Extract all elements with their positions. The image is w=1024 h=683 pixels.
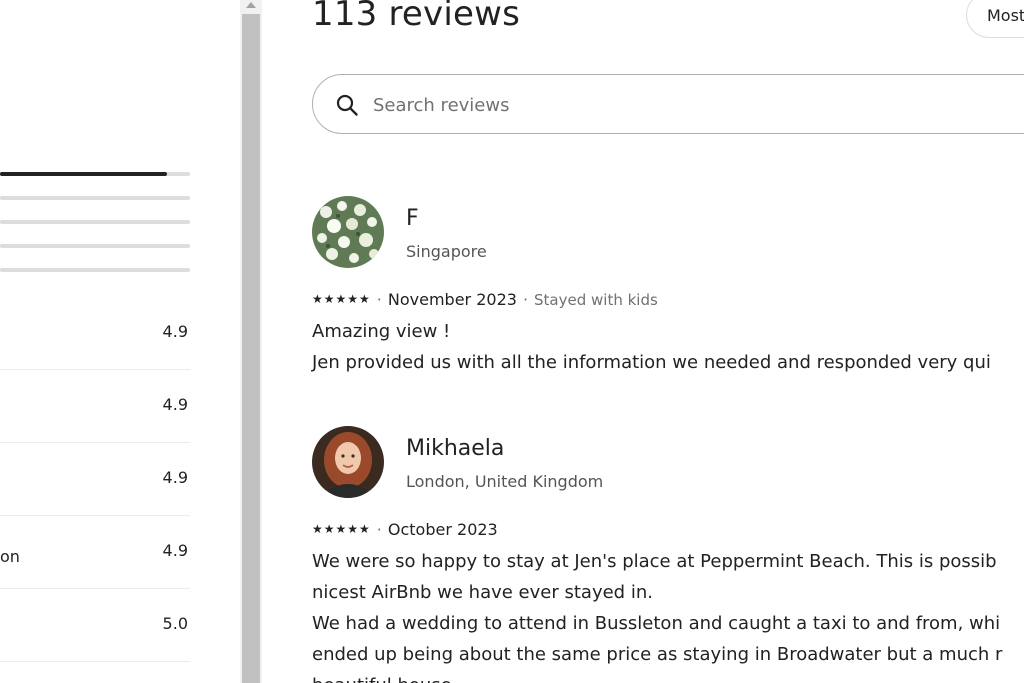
- category-score: 4.9: [162, 541, 188, 560]
- scroll-up-arrow-icon[interactable]: [246, 2, 256, 8]
- review-text-line: nicest AirBnb we have ever stayed in.: [312, 582, 653, 603]
- review-search-box[interactable]: [312, 74, 1024, 134]
- rating-bar-4-stars: [0, 196, 190, 200]
- rating-bar-2-stars: [0, 244, 190, 248]
- scrollbar[interactable]: [240, 0, 262, 683]
- category-rating-row: 4.9: [0, 442, 190, 516]
- reviewer-location: London, United Kingdom: [406, 472, 604, 491]
- rating-bar-5-stars: [0, 172, 190, 176]
- review-date: October 2023: [387, 520, 498, 539]
- rating-bar-3-stars: [0, 220, 190, 224]
- separator-dot: ·: [376, 520, 382, 539]
- search-reviews-input[interactable]: [371, 89, 975, 121]
- category-rating-row: 5.0: [0, 588, 190, 662]
- reviewer-avatar[interactable]: [312, 196, 384, 268]
- review-text-line: We were so happy to stay at Jen's place …: [312, 551, 997, 572]
- review-text: We were so happy to stay at Jen's place …: [312, 546, 1002, 683]
- review-text-line: beautiful house.: [312, 670, 1002, 683]
- category-label: on: [0, 547, 20, 566]
- ratings-breakdown-panel: 4.9 4.9 4.9 on 4.9 5.0: [0, 0, 240, 683]
- star-rating-icon: ★★★★★: [312, 522, 371, 536]
- reviewer-location: Singapore: [406, 242, 487, 261]
- review-text-line: ended up being about the same price as s…: [312, 644, 1003, 665]
- rating-bar-1-star: [0, 268, 190, 272]
- category-score: 4.9: [162, 468, 188, 487]
- review-meta: ★★★★★ · October 2023: [312, 520, 498, 539]
- category-score: 5.0: [162, 614, 188, 633]
- avatar-image: [312, 196, 384, 268]
- category-score: 4.9: [162, 395, 188, 414]
- separator-dot: ·: [376, 290, 382, 309]
- star-rating-icon: ★★★★★: [312, 292, 371, 306]
- reviewer-name: F: [406, 206, 419, 231]
- reviewer-name: Mikhaela: [406, 436, 505, 461]
- review-text: Amazing view ! Jen provided us with all …: [312, 316, 991, 378]
- category-rating-row: on 4.9: [0, 515, 190, 589]
- review-text-line: We had a wedding to attend in Bussleton …: [312, 613, 1001, 634]
- search-icon: [336, 94, 358, 116]
- stay-type: Stayed with kids: [534, 291, 658, 309]
- category-rating-row: 4.9: [0, 296, 190, 370]
- category-rating-row: 4.9: [0, 369, 190, 443]
- reviews-count-title: 113 reviews: [312, 0, 521, 34]
- review-date: November 2023: [387, 290, 517, 309]
- separator-dot: ·: [522, 290, 529, 309]
- sort-dropdown-button[interactable]: Most: [966, 0, 1024, 38]
- review-text-line: Jen provided us with all the information…: [312, 352, 991, 373]
- avatar-image: [312, 426, 384, 498]
- review-text-line: Amazing view !: [312, 321, 451, 342]
- rating-bar-fill: [0, 172, 168, 176]
- review-meta: ★★★★★ · November 2023 · Stayed with kids: [312, 290, 658, 309]
- reviews-page: 4.9 4.9 4.9 on 4.9 5.0 113 reviews Most: [0, 0, 1024, 683]
- reviewer-avatar[interactable]: [312, 426, 384, 498]
- scrollbar-thumb[interactable]: [242, 14, 260, 683]
- category-score: 4.9: [162, 322, 188, 341]
